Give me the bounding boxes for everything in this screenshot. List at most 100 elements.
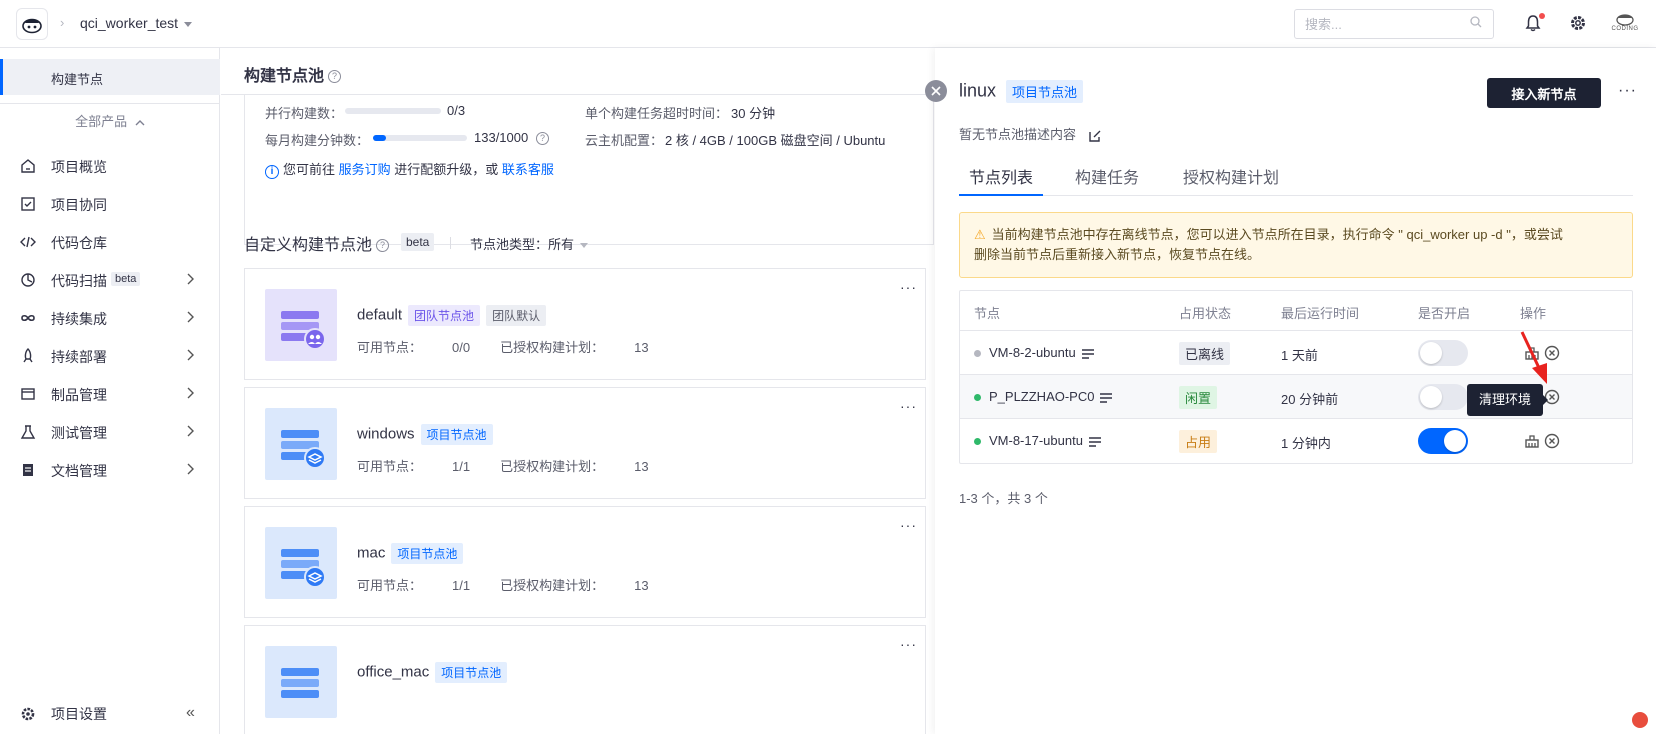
sidebar-item-label: 制品管理 <box>51 387 107 403</box>
sidebar-item-label: 文档管理 <box>51 463 107 479</box>
menu-icon[interactable] <box>1081 348 1094 359</box>
pool-name: windows 项目节点池 <box>357 424 493 445</box>
node-name[interactable]: VM-8-17-ubuntu <box>989 433 1083 448</box>
offline-warning: ⚠ 当前构建节点池中存在离线节点，您可以进入节点所在目录，执行命令 " qci_w… <box>959 212 1633 278</box>
enable-toggle[interactable] <box>1418 384 1468 410</box>
authorized-plans-label: 已授权构建计划： <box>500 459 605 474</box>
project-pool-tag: 项目节点池 <box>420 424 493 445</box>
status-badge: 已离线 <box>1179 342 1231 365</box>
sidebar-item-ci[interactable]: 持续集成 <box>0 298 220 336</box>
pool-name-text[interactable]: office_mac <box>357 663 429 680</box>
sidebar-item-docs[interactable]: 文档管理 <box>0 450 220 488</box>
sidebar-item-collaboration[interactable]: 项目协同 <box>0 184 220 222</box>
close-drawer-button[interactable] <box>925 80 947 102</box>
pool-card-mac[interactable]: mac 项目节点池 可用节点： 1/1 已授权构建计划： 13 ··· <box>244 506 926 618</box>
beta-badge: beta <box>401 233 435 251</box>
coding-brand-logo[interactable]: CODING <box>1610 12 1640 36</box>
sidebar-item-cd[interactable]: 持续部署 <box>0 336 220 374</box>
pool-name-text[interactable]: mac <box>357 544 385 561</box>
page-title: 构建节点池? <box>244 62 342 86</box>
available-nodes-label: 可用节点： <box>357 459 423 474</box>
menu-icon[interactable] <box>1100 392 1113 403</box>
node-name[interactable]: P_PLZZHAO-PC0 <box>989 389 1094 404</box>
main-content: 构建节点池? 并行构建数： 0/3 单个构建任务超时时间： 30 分钟 每月构建… <box>221 48 935 734</box>
more-icon[interactable]: ··· <box>900 517 917 533</box>
sidebar-item-testing[interactable]: 测试管理 <box>0 412 220 450</box>
pool-card-default[interactable]: default 团队节点池 团队默认 可用节点： 0/0 已授权构建计划： 13 ··· <box>244 268 926 380</box>
sidebar-item-code-scan[interactable]: 代码扫描 beta <box>0 260 220 298</box>
pool-card-windows[interactable]: windows 项目节点池 可用节点： 1/1 已授权构建计划： 13 ··· <box>244 387 926 499</box>
more-icon[interactable]: ··· <box>900 636 917 652</box>
box-icon <box>21 388 35 400</box>
top-bar: › qci_worker_test CODING <box>0 0 1656 48</box>
pool-type-filter[interactable]: 节点池类型：所有 <box>470 234 589 253</box>
more-icon[interactable]: ··· <box>1618 82 1637 100</box>
contact-support-link[interactable]: 联系客服 <box>502 162 554 177</box>
all-products-toggle[interactable]: 全部产品 <box>0 111 220 130</box>
sidebar-item-settings[interactable]: 项目设置 « <box>0 698 220 734</box>
monthly-minutes-value: 133/1000 <box>474 130 529 145</box>
online-dot <box>974 394 981 402</box>
tab-node-list[interactable]: 节点列表 <box>969 164 1033 188</box>
timeout-label: 单个构建任务超时时间： <box>585 106 729 121</box>
tab-authorized-plans[interactable]: 授权构建计划 <box>1183 164 1279 188</box>
more-icon[interactable]: ··· <box>900 279 917 295</box>
pool-card-office-mac[interactable]: office_mac 项目节点池 ··· <box>244 625 926 734</box>
chevron-right-icon <box>187 311 194 323</box>
project-pool-icon <box>265 408 337 480</box>
custom-pools-title: 自定义构建节点池? <box>244 231 390 255</box>
status-badge: 占用 <box>1179 430 1218 453</box>
pool-detail-drawer: linux 项目节点池 接入新节点 ··· 暂无节点池描述内容 节点列表 构建任务… <box>935 48 1656 734</box>
help-icon[interactable]: ? <box>328 70 342 84</box>
warning-text: 当前构建节点池中存在离线节点，您可以进入节点所在目录，执行命令 " qci_wo… <box>991 227 1563 242</box>
offline-dot <box>974 350 981 358</box>
column-header: 操作 <box>1520 306 1547 321</box>
upgrade-info: i 您可前往 服务订购 进行配额升级，或 联系客服 <box>265 159 554 179</box>
add-node-button[interactable]: 接入新节点 <box>1487 78 1601 108</box>
drawer-title: linux 项目节点池 <box>959 80 1084 103</box>
more-icon[interactable]: ··· <box>900 398 917 414</box>
sidebar-item-overview[interactable]: 项目概览 <box>0 146 220 184</box>
edit-icon[interactable] <box>1088 129 1102 143</box>
pool-description-text: 暂无节点池描述内容 <box>959 127 1077 142</box>
sidebar-item-label: 代码仓库 <box>51 235 107 251</box>
collapse-sidebar-icon[interactable]: « <box>186 704 195 722</box>
sidebar-item-build-nodes[interactable]: 构建节点 <box>0 59 220 95</box>
project-pool-tag: 项目节点池 <box>391 543 464 564</box>
chevron-right-icon <box>187 463 194 475</box>
sidebar-item-artifacts[interactable]: 制品管理 <box>0 374 220 412</box>
custom-pools-title-text: 自定义构建节点池 <box>244 237 373 254</box>
notification-dot <box>1539 13 1545 19</box>
node-name[interactable]: VM-8-2-ubuntu <box>989 345 1076 360</box>
sidebar-item-code-repo[interactable]: 代码仓库 <box>0 222 220 260</box>
clean-environment-icon[interactable] <box>1524 433 1540 449</box>
pool-type-filter-label: 节点池类型： <box>470 237 549 252</box>
help-icon[interactable]: ? <box>536 132 549 145</box>
app-logo[interactable] <box>16 8 48 40</box>
pool-type-filter-value: 所有 <box>548 237 575 252</box>
service-order-link[interactable]: 服务订购 <box>339 162 391 177</box>
floating-help-dot[interactable] <box>1632 712 1648 728</box>
drawer-tabs: 节点列表 构建任务 授权构建计划 <box>959 154 1633 196</box>
warning-icon: ⚠ <box>974 227 986 242</box>
project-switcher[interactable]: qci_worker_test <box>80 15 193 31</box>
menu-icon[interactable] <box>1088 436 1101 447</box>
help-icon[interactable]: ? <box>376 239 390 253</box>
gear-icon[interactable] <box>1569 14 1587 32</box>
enable-toggle[interactable] <box>1418 340 1468 366</box>
pool-name-text[interactable]: windows <box>357 425 415 442</box>
search-icon[interactable] <box>1470 16 1482 28</box>
filter-separator <box>450 237 451 249</box>
page-title-text: 构建节点池 <box>244 68 325 85</box>
project-pool-icon <box>265 527 337 599</box>
project-pool-tag: 项目节点池 <box>1006 80 1084 103</box>
delete-icon[interactable] <box>1544 433 1560 449</box>
table-row[interactable]: VM-8-17-ubuntu 占用 1 分钟内 <box>960 419 1632 463</box>
infinity-icon <box>21 314 35 322</box>
pool-name-text[interactable]: default <box>357 306 402 323</box>
toggle-knob <box>1420 342 1442 364</box>
search-input[interactable] <box>1294 9 1494 39</box>
tab-build-tasks[interactable]: 构建任务 <box>1075 164 1139 188</box>
sidebar-item-label: 测试管理 <box>51 425 107 441</box>
enable-toggle[interactable] <box>1418 428 1468 454</box>
